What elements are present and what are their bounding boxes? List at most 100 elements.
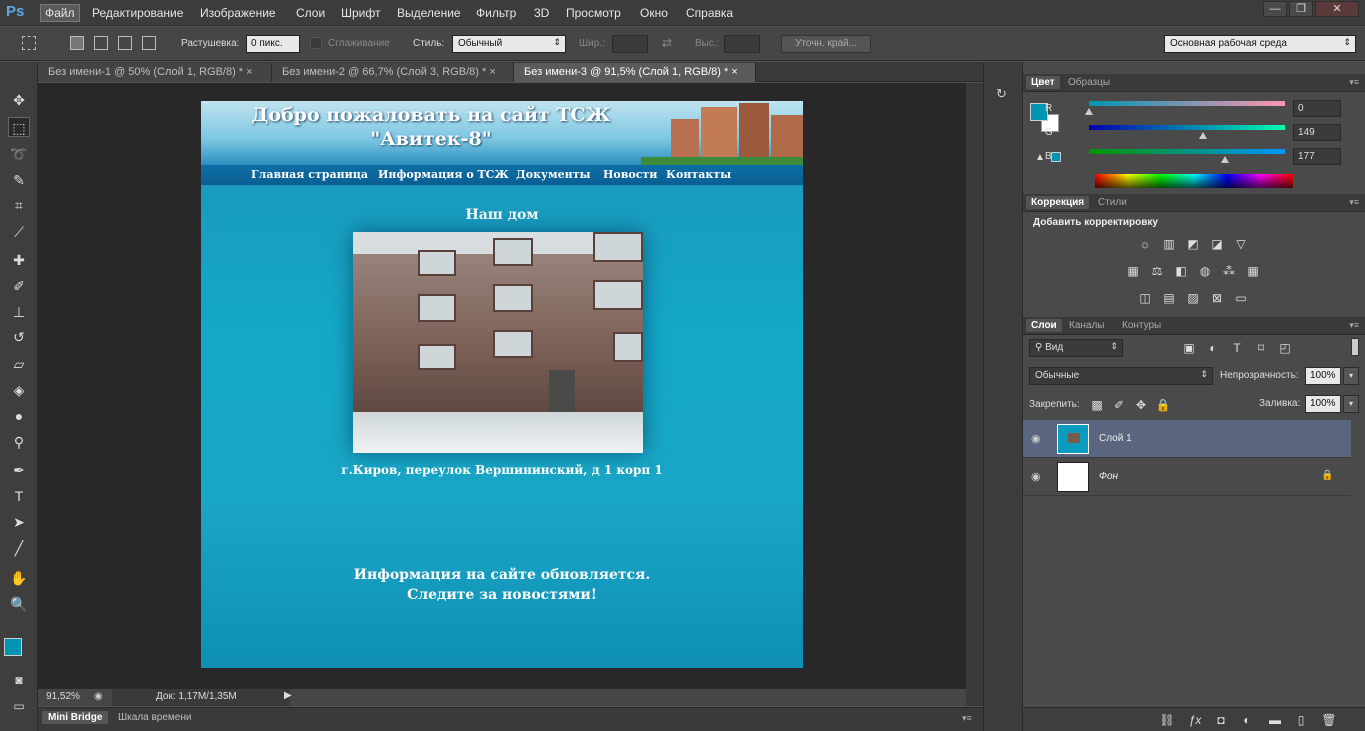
web-safe-swatch[interactable]	[1051, 152, 1061, 162]
invert-icon[interactable]: ◫	[1137, 291, 1153, 305]
r-value[interactable]: 0	[1293, 100, 1341, 117]
menu-image[interactable]: Изображение	[196, 5, 280, 21]
lock-transparent-icon[interactable]: ▩	[1089, 398, 1105, 412]
fx-icon[interactable]: ƒx	[1187, 713, 1203, 727]
intersect-selection-icon[interactable]	[142, 36, 156, 50]
r-slider[interactable]	[1089, 101, 1285, 106]
g-value[interactable]: 149	[1293, 124, 1341, 141]
fill-input[interactable]: 100%	[1305, 395, 1341, 413]
visibility-eye-icon[interactable]: ◉	[1031, 470, 1041, 483]
black-white-icon[interactable]: ◧	[1173, 264, 1189, 278]
r-slider-thumb[interactable]	[1085, 108, 1093, 115]
shape-filter-icon[interactable]: ⌑	[1253, 341, 1269, 355]
add-mask-icon[interactable]: ◘	[1213, 713, 1229, 727]
paint-bucket-icon[interactable]: ◈	[8, 380, 30, 400]
new-group-icon[interactable]: ▬	[1267, 713, 1283, 727]
tab-document-3[interactable]: Без имени-3 @ 91,5% (Слой 1, RGB/8) * ×	[514, 63, 756, 82]
new-layer-icon[interactable]: ▯	[1293, 713, 1309, 727]
chevron-down-icon[interactable]: ▾	[1343, 367, 1359, 385]
history-brush-icon[interactable]: ↺	[8, 327, 30, 347]
photo-filter-icon[interactable]: ◍	[1197, 264, 1213, 278]
document-canvas[interactable]: Добро пожаловать на сайт ТСЖ "Авитек-8" …	[201, 101, 803, 668]
dodge-icon[interactable]: ⚲	[8, 432, 30, 452]
color-balance-icon[interactable]: ⚖	[1149, 264, 1165, 278]
menu-filter[interactable]: Фильтр	[472, 5, 520, 21]
selective-color-icon[interactable]: ⊠	[1209, 291, 1225, 305]
link-layers-icon[interactable]: ⛓	[1159, 713, 1175, 727]
history-icon[interactable]: ↻	[996, 86, 1007, 102]
opacity-input[interactable]: 100%	[1305, 367, 1341, 385]
close-icon[interactable]: ×	[731, 66, 737, 78]
menu-select[interactable]: Выделение	[393, 5, 465, 21]
curves-icon[interactable]: ◩	[1185, 237, 1201, 251]
menu-layers[interactable]: Слои	[292, 5, 329, 21]
tab-timeline[interactable]: Шкала времени	[112, 711, 197, 724]
swap-icon[interactable]: ⇄	[662, 36, 672, 50]
hue-saturation-icon[interactable]: ▦	[1125, 264, 1141, 278]
brush-icon[interactable]: ✐	[8, 276, 30, 296]
tab-document-2[interactable]: Без имени-2 @ 66,7% (Слой 3, RGB/8) * ×	[272, 63, 514, 82]
type-tool-icon[interactable]: T	[8, 486, 30, 506]
eyedropper-icon[interactable]: ⟋	[8, 222, 30, 242]
g-slider-thumb[interactable]	[1199, 132, 1207, 139]
blend-mode-select[interactable]: Обычные ⇕	[1029, 367, 1213, 385]
b-slider[interactable]	[1089, 149, 1285, 154]
style-select[interactable]: Обычный ⇕	[452, 35, 566, 53]
tab-adjustments[interactable]: Коррекция	[1026, 196, 1090, 209]
path-selection-icon[interactable]: ➤	[8, 512, 30, 532]
posterize-icon[interactable]: ▤	[1161, 291, 1177, 305]
gradient-map-icon[interactable]: ▭	[1233, 291, 1249, 305]
close-button[interactable]: ✕	[1315, 1, 1359, 17]
threshold-icon[interactable]: ▨	[1185, 291, 1201, 305]
layer-name[interactable]: Слой 1	[1099, 433, 1132, 444]
new-selection-icon[interactable]	[70, 36, 84, 50]
blur-icon[interactable]: ●	[8, 406, 30, 426]
menu-view[interactable]: Просмотр	[562, 5, 625, 21]
visibility-eye-icon[interactable]: ◉	[1031, 432, 1041, 445]
lock-brush-icon[interactable]: ✐	[1111, 398, 1127, 412]
quick-mask-icon[interactable]: ◙	[8, 670, 30, 690]
menu-file[interactable]: Файл	[40, 4, 80, 22]
adjustment-filter-icon[interactable]: ◐	[1205, 341, 1221, 355]
height-input[interactable]	[724, 35, 760, 53]
workspace-select[interactable]: Основная рабочая среда ⇕	[1164, 35, 1356, 53]
menu-edit[interactable]: Редактирование	[88, 5, 187, 21]
chevron-down-icon[interactable]: ▾	[1343, 395, 1359, 413]
color-lookup-icon[interactable]: ▦	[1245, 264, 1261, 278]
menu-3d[interactable]: 3D	[530, 5, 553, 21]
subtract-selection-icon[interactable]	[118, 36, 132, 50]
antialias-checkbox[interactable]	[310, 37, 322, 49]
layer-row-background[interactable]: ◉ Фон 🔒	[1023, 458, 1351, 496]
rectangular-marquee-icon[interactable]: ⬚	[8, 117, 30, 137]
trash-icon[interactable]: 🗑	[1321, 713, 1337, 727]
quick-selection-icon[interactable]: ✎	[8, 170, 30, 190]
feather-input[interactable]: 0 пикс.	[246, 35, 300, 53]
smart-object-filter-icon[interactable]: ◰	[1277, 341, 1293, 355]
menu-type[interactable]: Шрифт	[337, 5, 384, 21]
warning-icon[interactable]: ▲	[1035, 152, 1045, 163]
refine-edge-button[interactable]: Уточн. край...	[781, 35, 871, 53]
tab-channels[interactable]: Каналы	[1064, 319, 1110, 332]
channel-mixer-icon[interactable]: ⁂	[1221, 264, 1237, 278]
healing-brush-icon[interactable]: ✚	[8, 250, 30, 270]
tab-styles[interactable]: Стили	[1093, 196, 1132, 209]
vibrance-icon[interactable]: ▽	[1233, 237, 1249, 251]
panel-menu-icon[interactable]: ▾≡	[1349, 197, 1359, 208]
add-selection-icon[interactable]	[94, 36, 108, 50]
lock-all-icon[interactable]: 🔒	[1155, 398, 1171, 412]
filter-toggle[interactable]	[1351, 338, 1359, 356]
share-icon[interactable]: ◉	[94, 691, 103, 702]
width-input[interactable]	[612, 35, 648, 53]
layer-name[interactable]: Фон	[1099, 471, 1118, 482]
restore-button[interactable]: ❐	[1289, 1, 1313, 17]
eraser-icon[interactable]: ▱	[8, 354, 30, 374]
pen-icon[interactable]: ✒	[8, 460, 30, 480]
foreground-color-swatch[interactable]	[4, 638, 22, 656]
g-slider[interactable]	[1089, 125, 1285, 130]
tab-mini-bridge[interactable]: Mini Bridge	[42, 711, 109, 724]
lock-position-icon[interactable]: ✥	[1133, 398, 1149, 412]
zoom-icon[interactable]: 🔍	[8, 594, 30, 614]
tab-color[interactable]: Цвет	[1026, 76, 1060, 89]
brightness-icon[interactable]: ☼	[1137, 237, 1153, 251]
layer-row-layer1[interactable]: ◉ Слой 1	[1023, 420, 1351, 458]
